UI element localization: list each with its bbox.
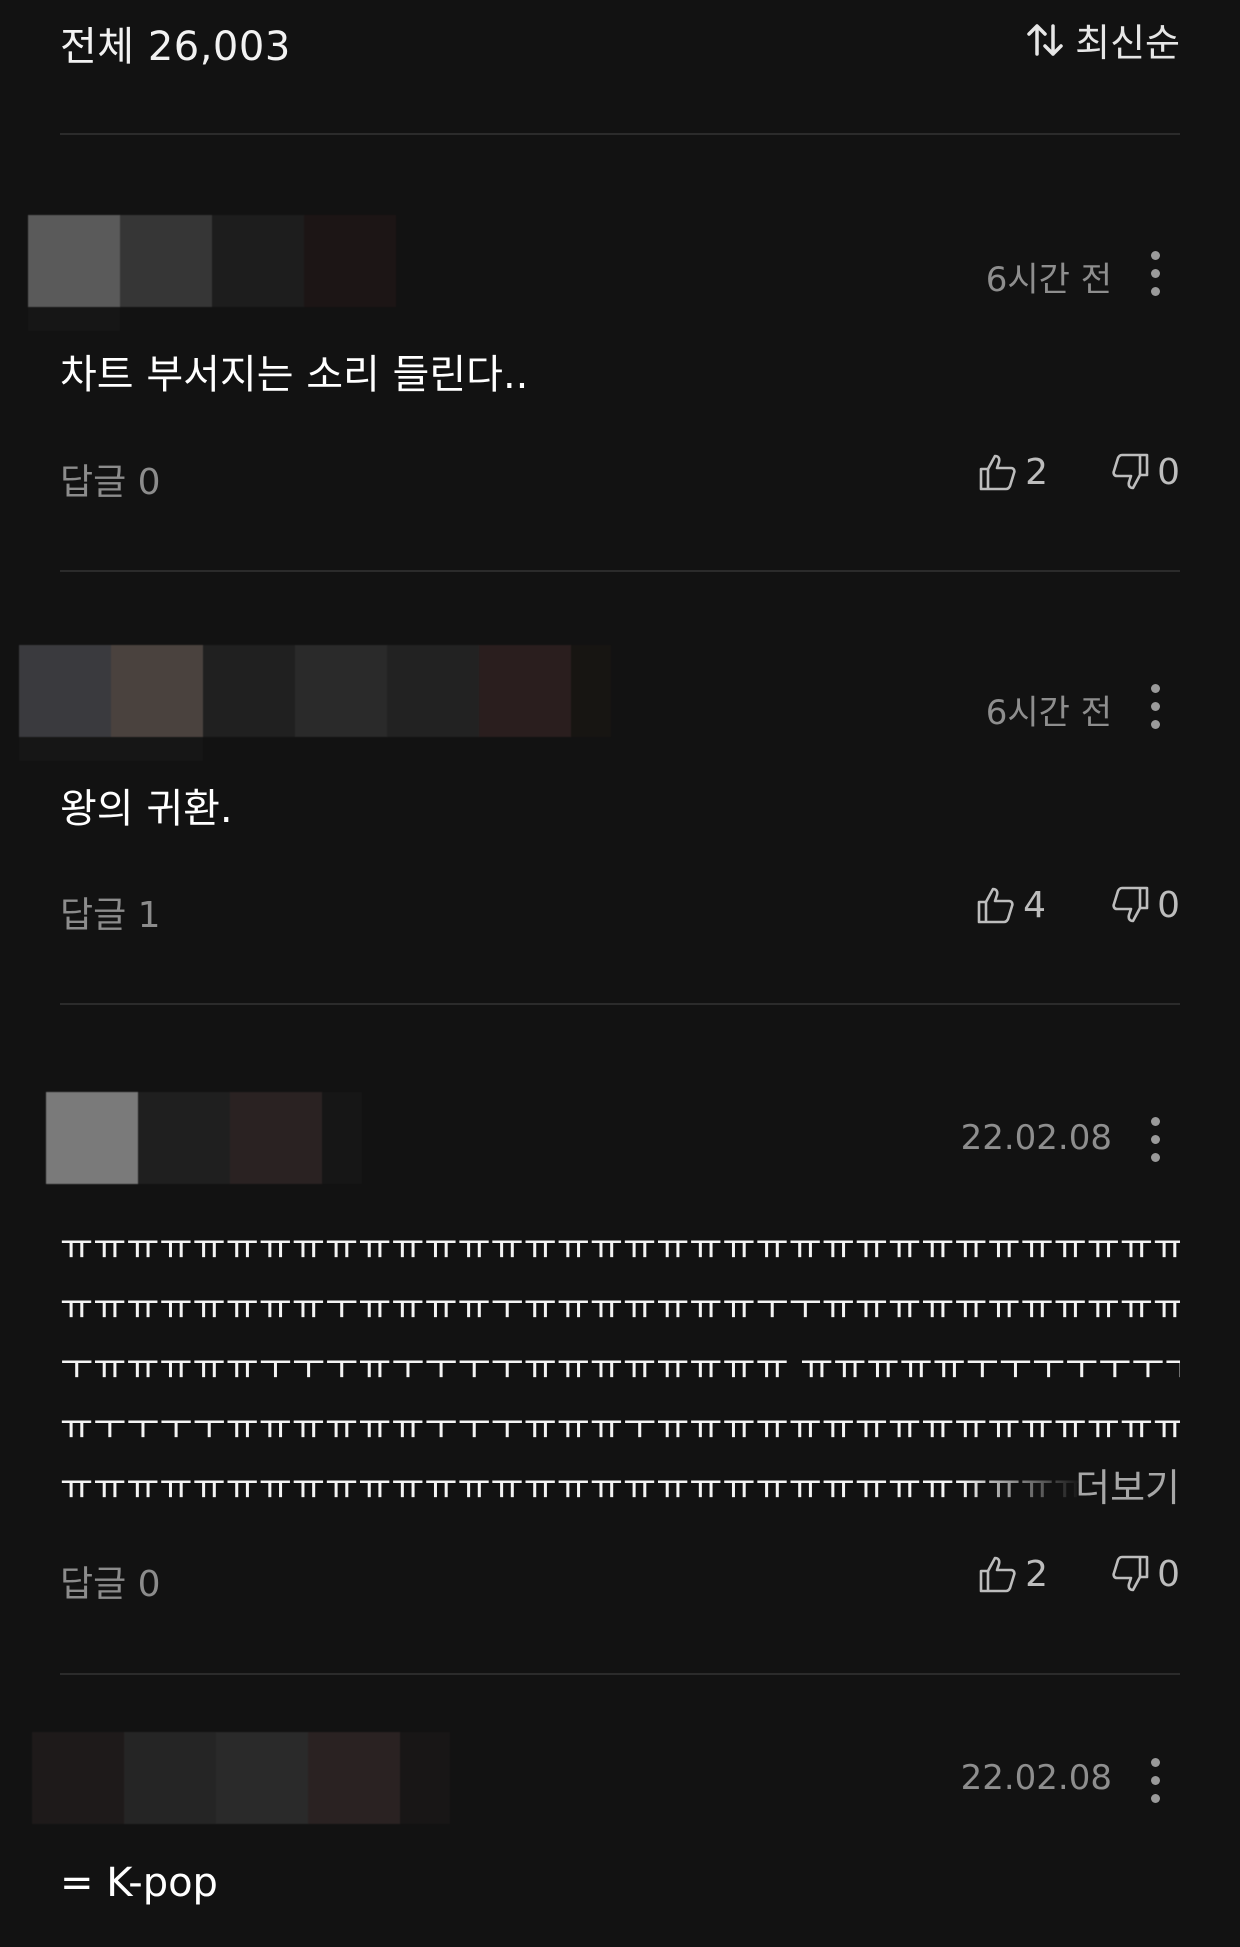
- blur-shadow: [19, 737, 203, 761]
- more-options-button[interactable]: [1138, 1750, 1174, 1810]
- blur-cell: [479, 645, 571, 737]
- like-count: 2: [1025, 451, 1048, 493]
- like-count: 4: [1023, 884, 1046, 926]
- like-button[interactable]: 2: [977, 1553, 1048, 1595]
- blur-cell: [387, 645, 479, 737]
- blur-cell: [304, 215, 396, 307]
- blurred-username[interactable]: [19, 645, 611, 761]
- more-options-button[interactable]: [1138, 243, 1174, 303]
- dislike-count: 0: [1157, 884, 1180, 926]
- blurred-username[interactable]: [28, 215, 396, 331]
- comment-text-line: ㅜㅠㅠㅠㅠㅠㅜㅜㅜㅠㅜㅜㅜㅜㅠㅠㅠㅠㅠㅠㅠㅠ ㅠㅠㅠㅠㅠㅜㅜㅜㅜㅜㅜㅜㅜㅜㅜㅜㅜ: [60, 1347, 1180, 1388]
- dislike-button[interactable]: 0: [1109, 451, 1180, 493]
- dislike-count: 0: [1157, 1553, 1180, 1595]
- sort-button[interactable]: 최신순: [1025, 12, 1180, 67]
- blur-cell: [212, 215, 304, 307]
- thumbs-down-icon: [1109, 451, 1151, 493]
- divider: [60, 133, 1180, 135]
- comment-text: 왕의 귀환.: [60, 786, 233, 832]
- more-options-button[interactable]: [1138, 676, 1174, 736]
- thumbs-down-icon: [1109, 1553, 1151, 1595]
- comment-text-line: ㅠㅠㅠㅠㅠㅠㅠㅠㅠㅠㅠㅠㅠㅠㅠㅠㅠㅠㅠㅠㅠㅠㅠㅠㅠㅠㅠㅠㅠㅠㅠㅠㅠㅠㅠㅠㅠㅠㅠㅠ: [60, 1227, 1180, 1268]
- comment-text-last-line: ㅠㅠㅠㅠㅠㅠㅠㅠㅠㅠㅠㅠㅠㅠㅠㅠㅠㅠㅠㅠㅠㅠㅠㅠㅠㅠㅠㅠㅠㅠㅠㅠㅜㅠㅠㅠㅠㅜ 더…: [60, 1458, 1180, 1518]
- blurred-username[interactable]: [32, 1732, 450, 1824]
- blur-cell: [111, 645, 203, 737]
- thumbs-up-icon: [977, 1553, 1019, 1595]
- blur-cell: [28, 215, 120, 307]
- blur-cell: [295, 645, 387, 737]
- comment-time: 22.02.08: [960, 1118, 1112, 1158]
- thumbs-up-icon: [975, 884, 1017, 926]
- divider: [60, 1673, 1180, 1675]
- blur-cell: [216, 1732, 308, 1824]
- total-count: 전체 26,003: [60, 24, 291, 70]
- blur-cell: [322, 1092, 362, 1184]
- dislike-count: 0: [1157, 451, 1180, 493]
- sort-label: 최신순: [1075, 21, 1180, 65]
- comment-time: 6시간 전: [985, 260, 1112, 300]
- blur-cell: [46, 1092, 138, 1184]
- divider: [60, 1003, 1180, 1005]
- comment-text: = K-pop: [60, 1860, 218, 1906]
- sort-arrows-icon: [1025, 20, 1065, 60]
- like-button[interactable]: 2: [977, 451, 1048, 493]
- comment-text: 차트 부서지는 소리 들린다..: [60, 352, 529, 398]
- blur-cell: [124, 1732, 216, 1824]
- blur-cell: [400, 1732, 450, 1824]
- thumbs-up-icon: [977, 451, 1019, 493]
- blur-shadow: [28, 307, 120, 331]
- comment-text-line: ㅠㅠㅠㅠㅠㅠㅠㅠㅜㅠㅠㅠㅠㅜㅠㅠㅠㅠㅠㅠㅠㅜㅜㅠㅠㅠㅠㅠㅠㅠㅠㅠㅠㅠㅠㅠㅠㅠㅠㅜ: [60, 1287, 1180, 1328]
- comment-text: ㅠㅠㅠㅠㅠㅠㅠㅠㅠㅠㅠㅠㅠㅠㅠㅠㅠㅠㅠㅠㅠㅠㅠㅠㅠㅠㅠㅠㅠㅠㅠㅠㅠㅠ ㅠㅠㅠㅠㅠㅠ…: [60, 1218, 1180, 1518]
- blur-cell: [19, 645, 111, 737]
- blur-cell: [138, 1092, 230, 1184]
- comment-text-line: ㅠㅜㅜㅜㅜㅠㅠㅠㅠㅠㅠㅜㅜㅜㅠㅠㅠㅜㅠㅠㅠㅠㅠㅠㅠㅠㅠㅠㅠㅠㅠㅠㅠㅠㅠㅠㅠㅠㅠㅠ: [60, 1407, 1180, 1448]
- comments-header: 전체 26,003 최신순: [60, 0, 1180, 80]
- more-options-button[interactable]: [1138, 1109, 1174, 1169]
- reply-button[interactable]: 답글 0: [60, 1555, 161, 1607]
- blur-cell: [308, 1732, 400, 1824]
- dislike-button[interactable]: 0: [1109, 884, 1180, 926]
- blur-cell: [120, 215, 212, 307]
- blur-cell: [32, 1732, 124, 1824]
- thumbs-down-icon: [1109, 884, 1151, 926]
- blur-cell: [230, 1092, 322, 1184]
- reply-button[interactable]: 답글 0: [60, 453, 161, 505]
- divider: [60, 570, 1180, 572]
- blurred-username[interactable]: [46, 1092, 362, 1184]
- reply-button[interactable]: 답글 1: [60, 886, 161, 938]
- comment-time: 6시간 전: [985, 693, 1112, 733]
- like-count: 2: [1025, 1553, 1048, 1595]
- comment-time: 22.02.08: [960, 1758, 1112, 1798]
- like-button[interactable]: 4: [975, 884, 1046, 926]
- blur-cell: [571, 645, 611, 737]
- show-more-button[interactable]: 더보기: [1075, 1458, 1180, 1518]
- blur-cell: [203, 645, 295, 737]
- dislike-button[interactable]: 0: [1109, 1553, 1180, 1595]
